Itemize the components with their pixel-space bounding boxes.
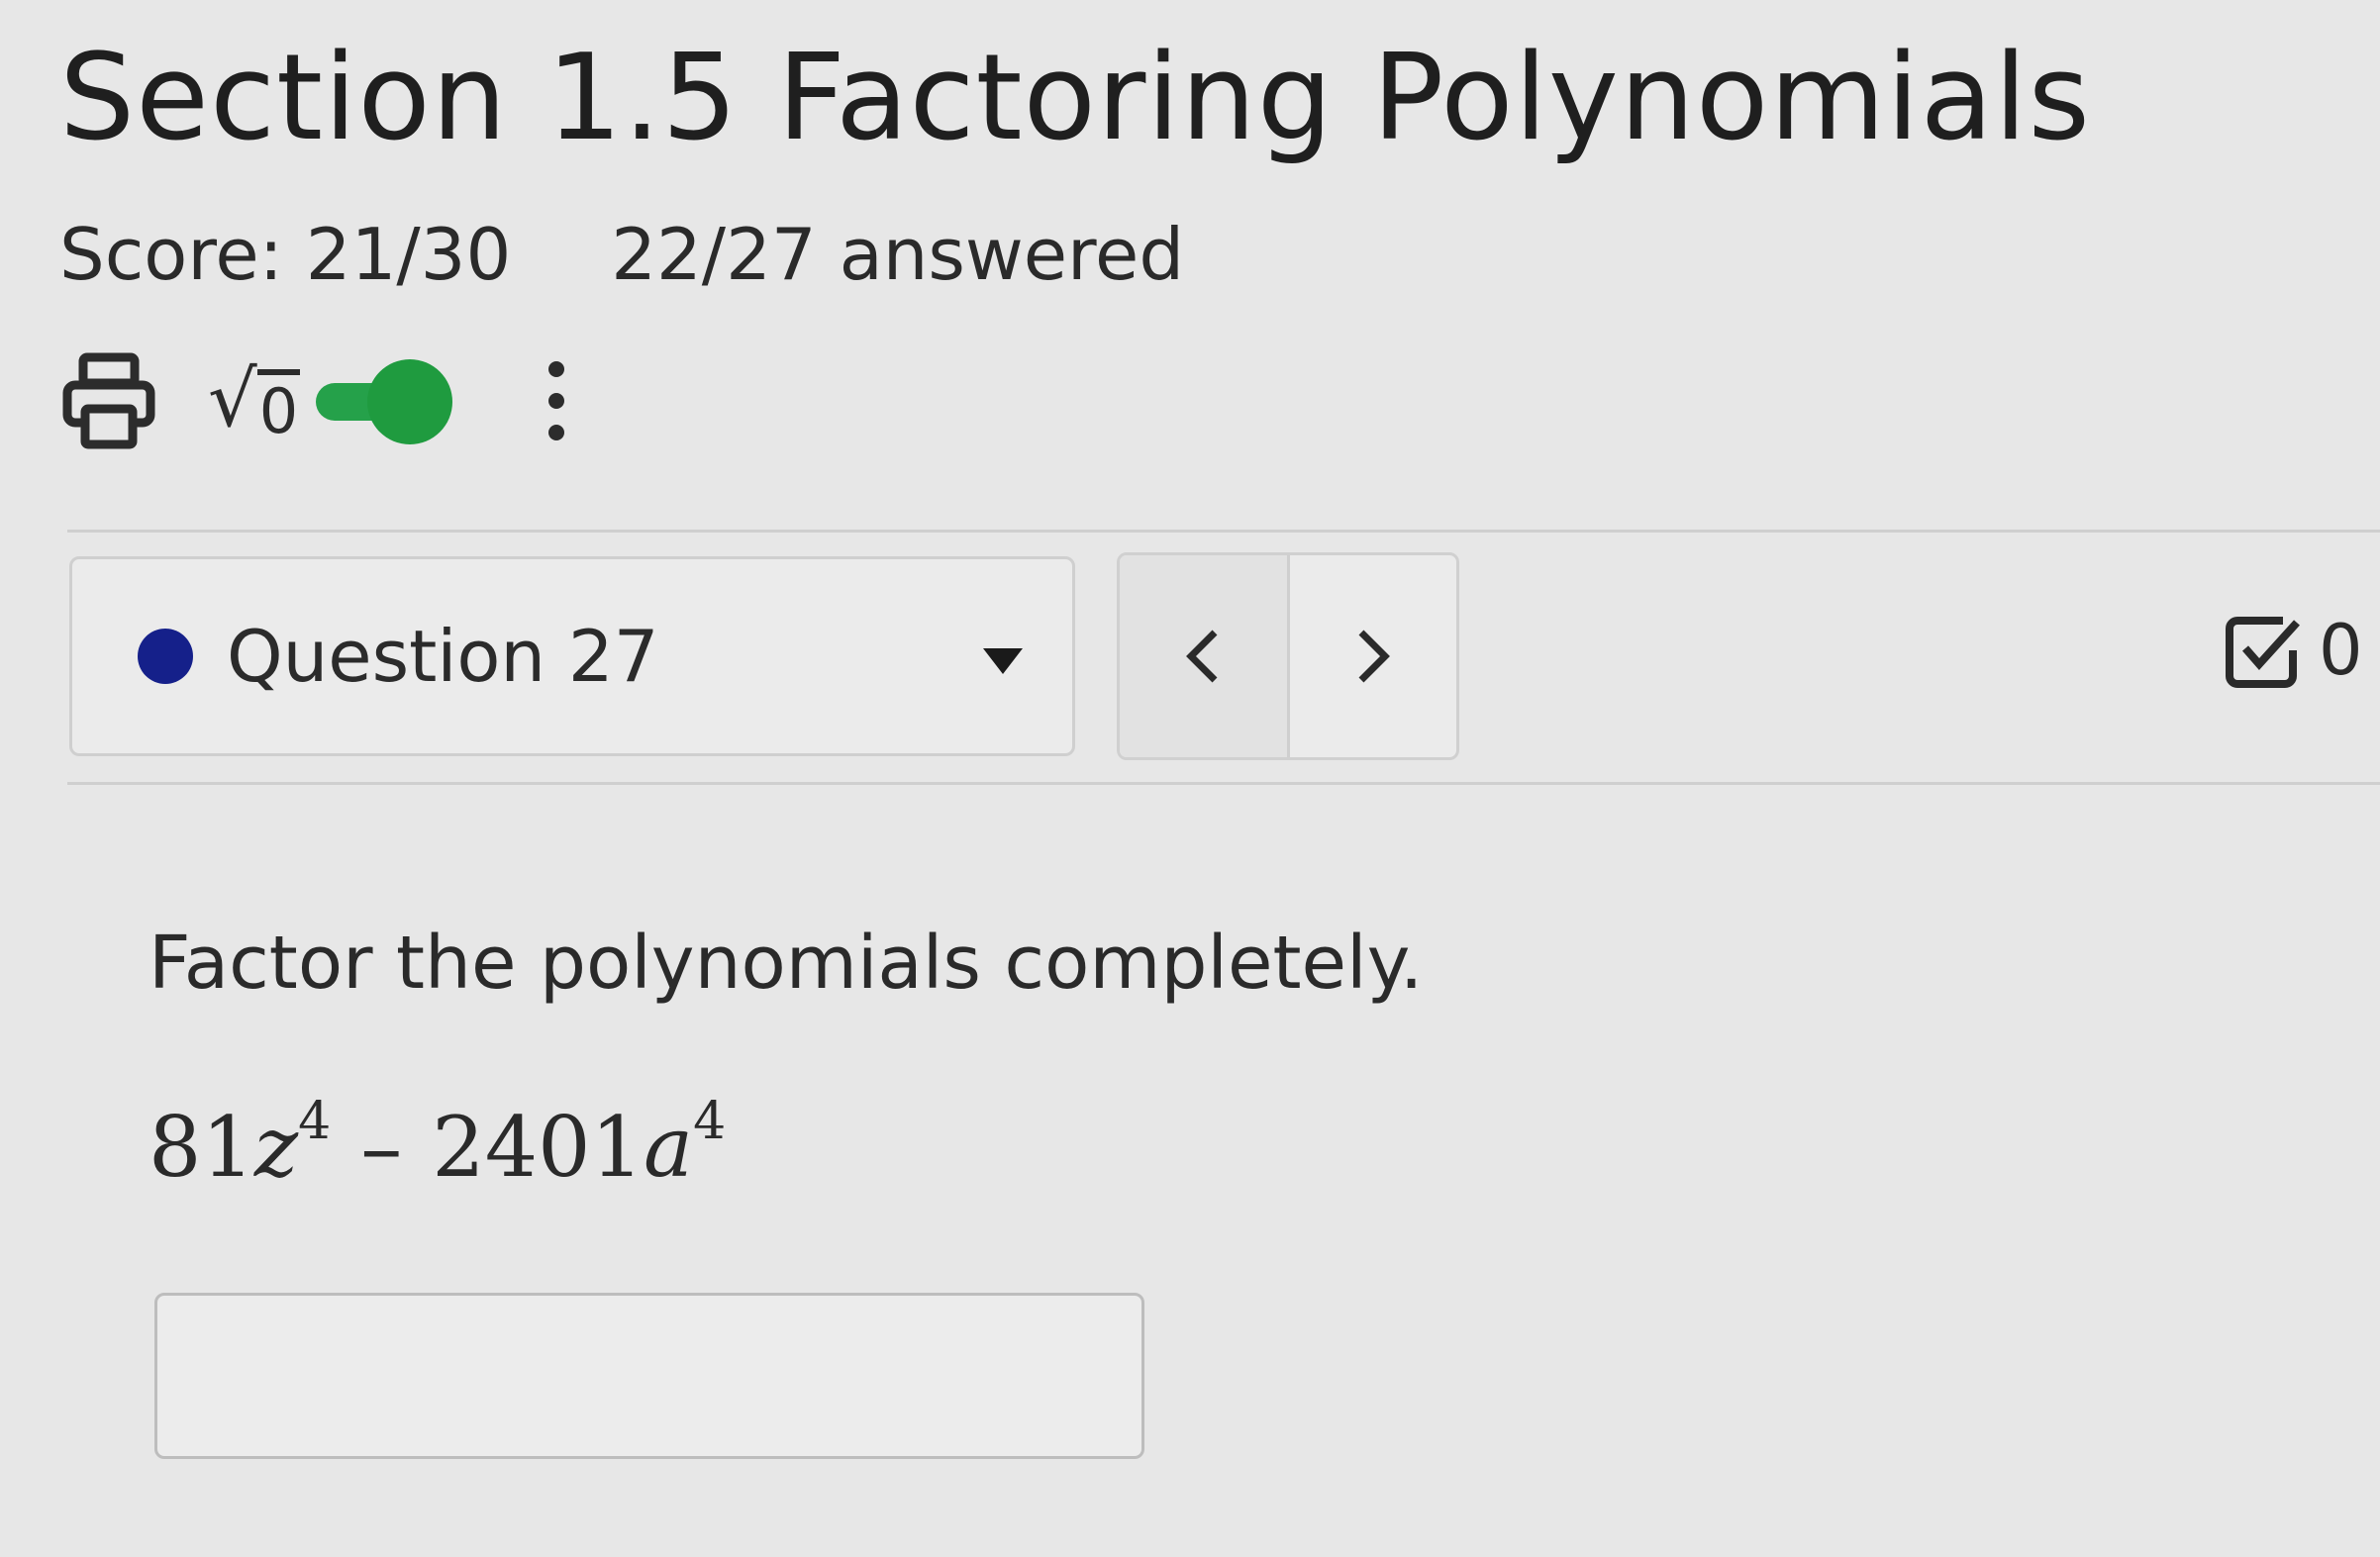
chevron-left-icon xyxy=(1186,630,1218,683)
chevron-right-icon xyxy=(1358,630,1390,683)
polynomial-expression: 81z4–2401a4 xyxy=(149,1092,727,1196)
checkbox-icon xyxy=(2226,617,2300,688)
kebab-menu-icon[interactable] xyxy=(542,351,571,450)
toggle-knob xyxy=(367,359,453,444)
question-select-dropdown[interactable]: Question 27 xyxy=(69,556,1075,756)
question-nav-buttons xyxy=(1117,552,1459,760)
toggle-switch[interactable] xyxy=(316,359,453,444)
assignment-toolbar: √ 0 xyxy=(61,346,571,455)
question-instruction: Factor the polynomials completely. xyxy=(149,921,1424,1006)
answer-input[interactable] xyxy=(154,1293,1144,1459)
divider-top xyxy=(67,530,2380,533)
question-select-label: Question 27 xyxy=(227,615,659,698)
next-question-button[interactable] xyxy=(1290,555,1457,757)
score-line: Score: 21/30 22/27 answered xyxy=(59,213,1184,296)
math-format-toggle[interactable]: √ 0 xyxy=(208,354,453,447)
page-title: Section 1.5 Factoring Polynomials xyxy=(59,30,2091,167)
print-icon[interactable] xyxy=(61,351,156,450)
answered-count: 22/27 answered xyxy=(611,213,1185,296)
question-status-dot xyxy=(138,629,193,684)
previous-question-button[interactable] xyxy=(1120,555,1290,757)
score-text: Score: 21/30 xyxy=(59,213,512,296)
divider-bottom xyxy=(67,782,2380,785)
caret-down-icon xyxy=(983,648,1023,674)
sqrt-icon: √ 0 xyxy=(208,354,301,447)
checked-questions-indicator[interactable]: 0 xyxy=(2224,610,2363,691)
checked-count: 0 xyxy=(2319,610,2363,691)
